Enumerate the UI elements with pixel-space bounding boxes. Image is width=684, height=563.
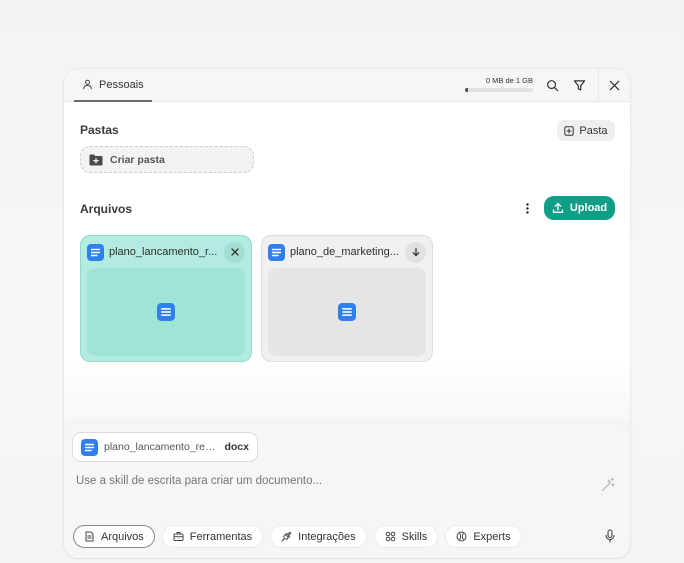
- document-icon: [338, 303, 356, 321]
- top-bar: Pessoais 0 MB de 1 GB: [64, 69, 630, 102]
- create-folder-button[interactable]: Criar pasta: [80, 146, 254, 173]
- microphone-icon[interactable]: [604, 529, 616, 543]
- topbar-divider: [598, 69, 599, 102]
- document-icon: [81, 438, 98, 456]
- search-button[interactable]: [539, 69, 565, 102]
- document-icon: [268, 243, 285, 261]
- close-icon: [230, 248, 239, 256]
- search-icon: [546, 80, 558, 92]
- toolbox-icon: [173, 532, 184, 541]
- chip-integracoes[interactable]: Integrações: [270, 525, 367, 548]
- new-folder-button[interactable]: Pasta: [557, 120, 615, 141]
- file-name: plano_lancamento_r...: [109, 246, 218, 258]
- chip-label: Ferramentas: [189, 530, 253, 543]
- storage-bar-fill: [465, 88, 468, 92]
- chip-label: Experts: [473, 530, 511, 543]
- filter-icon: [573, 80, 585, 91]
- file-card[interactable]: plano_lancamento_r...: [80, 235, 252, 362]
- grid-dots-icon: [385, 531, 395, 542]
- file-name: plano_de_marketing...: [290, 246, 399, 258]
- prompt-input[interactable]: [76, 475, 576, 487]
- magic-wand-icon[interactable]: [600, 477, 616, 493]
- document-icon: [85, 531, 94, 542]
- file-card[interactable]: plano_de_marketing...: [261, 235, 433, 362]
- tab-personal[interactable]: Pessoais: [74, 69, 152, 102]
- new-folder-label: Pasta: [579, 124, 608, 137]
- attachment-chip[interactable]: plano_lancamento_reg... docx: [72, 432, 258, 462]
- chat-composer: plano_lancamento_reg... docx Arquivos Fe…: [64, 423, 630, 558]
- chip-label: Integrações: [298, 530, 356, 543]
- remove-file-button[interactable]: [224, 241, 245, 263]
- plug-icon: [281, 531, 292, 542]
- more-options-button[interactable]: [520, 200, 534, 216]
- upload-button[interactable]: Upload: [544, 196, 615, 220]
- upload-icon: [552, 202, 564, 213]
- folder-plus-icon: [564, 125, 575, 136]
- upload-label: Upload: [569, 202, 608, 214]
- chip-label: Arquivos: [101, 530, 144, 543]
- kebab-menu-icon: [525, 202, 529, 214]
- storage-bar: [465, 88, 533, 92]
- chip-ferramentas[interactable]: Ferramentas: [161, 525, 264, 548]
- chip-experts[interactable]: Experts: [445, 525, 522, 548]
- folders-title: Pastas: [80, 123, 119, 137]
- file-manager-panel: Pessoais 0 MB de 1 GB Pastas Pasta Criar…: [64, 69, 630, 558]
- folder-add-icon: [89, 154, 103, 165]
- arrow-down-icon: [412, 247, 419, 257]
- download-file-button[interactable]: [405, 241, 426, 263]
- file-preview: [87, 268, 245, 356]
- storage-text: 0 MB de 1 GB: [485, 76, 533, 85]
- filter-button[interactable]: [566, 69, 592, 102]
- close-button[interactable]: [601, 69, 627, 102]
- document-icon: [157, 303, 175, 321]
- document-icon: [87, 243, 104, 261]
- close-icon: [609, 80, 619, 91]
- create-folder-label: Criar pasta: [110, 153, 165, 166]
- attachment-name: plano_lancamento_reg...: [104, 441, 219, 453]
- files-title: Arquivos: [80, 202, 133, 216]
- tool-chips: Arquivos Ferramentas Integrações Skills …: [73, 525, 522, 548]
- tab-personal-label: Pessoais: [99, 78, 144, 91]
- globe-icon: [456, 531, 467, 542]
- user-icon: [83, 79, 92, 90]
- file-preview: [268, 268, 426, 356]
- storage-indicator: 0 MB de 1 GB: [465, 76, 533, 92]
- attachment-extension: docx: [224, 441, 249, 453]
- chip-arquivos[interactable]: Arquivos: [73, 525, 155, 548]
- chip-skills[interactable]: Skills: [373, 525, 439, 548]
- chip-label: Skills: [401, 530, 428, 543]
